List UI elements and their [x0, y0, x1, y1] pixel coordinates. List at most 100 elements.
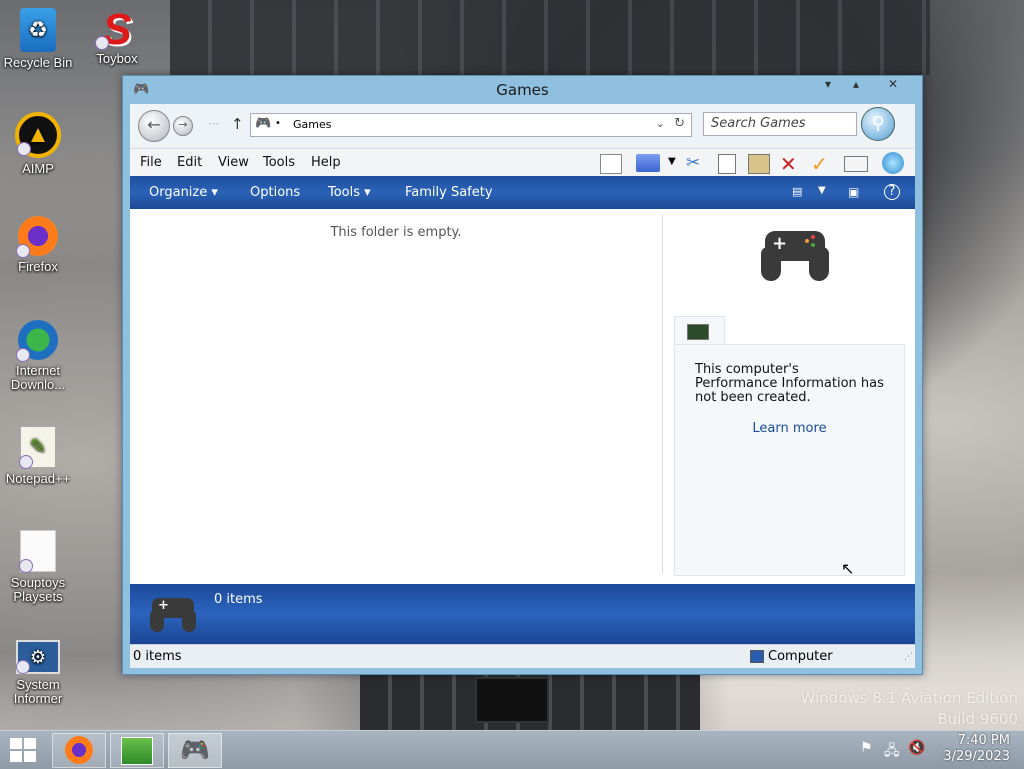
empty-folder-message: This folder is empty.: [330, 225, 462, 240]
taskbar-games-button[interactable]: 🎮: [168, 733, 222, 768]
chevron-down-icon[interactable]: ▼: [818, 185, 826, 196]
refresh-icon[interactable]: ↻: [674, 116, 685, 131]
desktop-icon-label: Notepad++: [5, 471, 71, 486]
desktop-icon-firefox[interactable]: Firefox: [0, 216, 76, 274]
desktop-icon-recycle-bin[interactable]: ♻ Recycle Bin: [0, 8, 76, 70]
monitor-icon: [687, 324, 709, 340]
menu-view[interactable]: View: [218, 155, 249, 170]
desktop-icon-notepad-plus-plus[interactable]: ✎ Notepad++: [0, 426, 76, 486]
breadcrumb-separator-icon[interactable]: •: [275, 118, 281, 129]
family-safety-button[interactable]: Family Safety: [405, 185, 493, 200]
internet-download-manager-icon: [16, 320, 58, 362]
performance-tab[interactable]: [674, 316, 725, 346]
watermark-edition: Windows 8.1 Aviation Edition: [800, 689, 1018, 707]
address-bar[interactable]: 🎮 • Games ⌄ ↻: [250, 113, 692, 137]
recent-locations-icon[interactable]: ⋯: [208, 117, 219, 130]
options-button[interactable]: Options: [250, 185, 300, 200]
souptoys-icon: [19, 530, 56, 573]
preview-pane-icon[interactable]: ▣: [848, 185, 859, 199]
system-clock[interactable]: 7:40 PM 3/29/2023: [943, 733, 1010, 765]
status-location: Computer: [768, 649, 833, 664]
tools-button[interactable]: Tools ▾: [328, 185, 371, 200]
volume-muted-icon[interactable]: 🔇: [908, 740, 925, 756]
action-center-flag-icon[interactable]: ⚑: [860, 740, 873, 756]
cockpit-display: [475, 677, 549, 723]
desktop-icon-label: Recycle Bin: [3, 55, 73, 70]
mouse-cursor-icon: ↖: [841, 559, 855, 578]
desktop-icon-label: Souptoys Playsets: [10, 575, 66, 604]
clock-date: 3/29/2023: [943, 749, 1010, 764]
network-icon[interactable]: 🖧: [884, 740, 900, 764]
start-button[interactable]: [10, 738, 36, 762]
notepad-plus-plus-icon: ✎: [19, 426, 56, 469]
back-button[interactable]: ←: [138, 110, 170, 142]
desktop-icon-label: AIMP: [22, 161, 54, 176]
desktop-icon-internet-download-manager[interactable]: Internet Downlo...: [0, 320, 76, 392]
cockpit-overhead-panel: [170, 0, 930, 75]
close-button[interactable]: ✕: [877, 76, 909, 94]
title-bar[interactable]: 🎮 Games ▾ ▴ ✕: [123, 76, 922, 104]
desktop-icon-label: Firefox: [18, 259, 58, 274]
taskbar: 🎮 ⚑ 🖧 🔇 7:40 PM 3/29/2023: [0, 730, 1024, 769]
copy-icon[interactable]: [718, 154, 736, 174]
desktop-icon-aimp[interactable]: ▲ AIMP: [0, 112, 76, 176]
window-title: Games: [496, 81, 549, 99]
delete-icon[interactable]: ✕: [780, 152, 797, 176]
game-controller-icon: +: [150, 596, 196, 634]
desktop-icon-system-informer[interactable]: ⚙ System Informer: [0, 634, 76, 706]
forward-button[interactable]: →: [173, 116, 193, 136]
menu-edit[interactable]: Edit: [177, 155, 202, 170]
paste-icon[interactable]: [748, 154, 770, 174]
desktop-icon-souptoys-playsets[interactable]: Souptoys Playsets: [0, 530, 76, 604]
chevron-down-icon[interactable]: ▼: [668, 156, 676, 167]
help-icon[interactable]: ?: [884, 184, 900, 200]
watermark-build: Build 9600: [937, 710, 1018, 728]
taskbar-explorer-button[interactable]: [110, 733, 164, 768]
organize-button[interactable]: Organize ▾: [149, 185, 218, 200]
search-placeholder: Search Games: [711, 116, 806, 131]
desktop-icon-label: System Informer: [13, 677, 63, 706]
view-options-icon[interactable]: ▤: [792, 185, 802, 198]
address-toolbar: ← → ⋯ ↑ 🎮 • Games ⌄ ↻ Search Games ⚲: [130, 104, 915, 148]
recycle-bin-icon: ♻: [20, 8, 56, 52]
search-input[interactable]: Search Games: [703, 112, 857, 136]
folder-icon[interactable]: [636, 154, 660, 172]
preview-pane: + This computer's Performance Informatio…: [663, 209, 915, 584]
status-item-count: 0 items: [133, 649, 182, 664]
properties-icon[interactable]: [844, 156, 868, 172]
cut-icon[interactable]: ✂: [686, 153, 700, 173]
games-window: 🎮 Games ▾ ▴ ✕ ← → ⋯ ↑ 🎮 • Games ⌄ ↻ Sear…: [122, 75, 923, 675]
menu-bar: File Edit View Tools Help ▼ ✂ ✕ ✓: [130, 148, 915, 177]
file-list[interactable]: This folder is empty.: [130, 209, 662, 584]
os-watermark: Windows 8.1 Aviation Edition Build 9600: [801, 688, 1018, 730]
check-icon[interactable]: ✓: [811, 152, 828, 176]
details-pane: + 0 items: [130, 584, 915, 644]
desktop-icon-label: Internet Downlo...: [10, 363, 66, 392]
desktop-icon-label: Toybox: [96, 51, 138, 66]
layout-pane-icon[interactable]: [600, 154, 622, 174]
menu-file[interactable]: File: [140, 155, 162, 170]
gamepad-icon: 🎮: [180, 736, 210, 764]
performance-text: This computer's Performance Information …: [695, 362, 884, 405]
learn-more-link[interactable]: Learn more: [675, 421, 904, 436]
forward-arrow-icon: →: [178, 118, 188, 131]
menu-tools[interactable]: Tools: [263, 155, 295, 170]
resize-grip-icon[interactable]: ⋰: [904, 652, 913, 662]
search-button[interactable]: ⚲: [861, 107, 895, 141]
maximize-button[interactable]: ▴: [843, 76, 869, 94]
taskbar-firefox-button[interactable]: [52, 733, 106, 768]
minimize-button[interactable]: ▾: [815, 76, 841, 94]
menu-help[interactable]: Help: [311, 155, 341, 170]
up-arrow-icon[interactable]: ↑: [231, 115, 244, 133]
game-controller-icon: +: [761, 225, 829, 281]
toybox-icon: S: [95, 8, 137, 52]
desktop-icon-toybox[interactable]: S Toybox: [79, 8, 155, 66]
window-body: ← → ⋯ ↑ 🎮 • Games ⌄ ↻ Search Games ⚲ Fil…: [130, 104, 915, 668]
globe-icon[interactable]: [882, 152, 904, 174]
chevron-down-icon[interactable]: ⌄: [656, 117, 665, 130]
command-bar: Organize ▾ Options Tools ▾ Family Safety…: [130, 176, 915, 209]
performance-card: This computer's Performance Information …: [674, 344, 905, 576]
breadcrumb[interactable]: Games: [293, 118, 331, 131]
aimp-icon: ▲: [15, 112, 61, 158]
firefox-icon: [65, 736, 93, 764]
